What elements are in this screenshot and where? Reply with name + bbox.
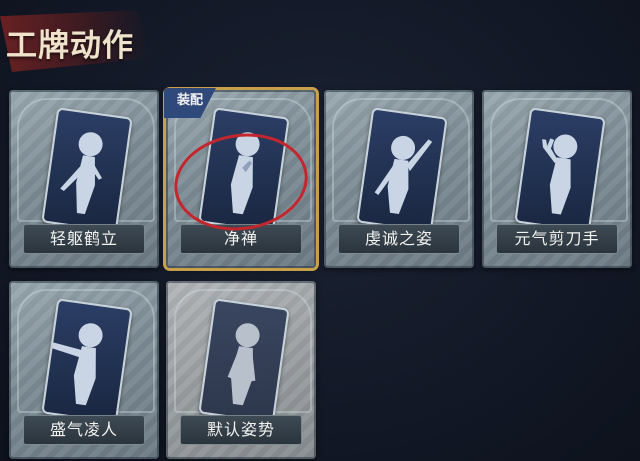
pose-silhouette-icon — [60, 132, 103, 215]
section-title: 工牌动作 — [6, 28, 134, 64]
pose-silhouette-icon — [542, 134, 578, 215]
pose-portrait — [198, 107, 290, 233]
pose-card-2[interactable]: 净禅 装配 — [164, 88, 316, 268]
pose-name: 净禅 — [180, 224, 302, 254]
pose-portrait — [514, 107, 606, 233]
pose-name: 元气剪刀手 — [496, 224, 618, 254]
pose-name: 盛气凌人 — [23, 415, 145, 445]
pose-name: 默认姿势 — [180, 415, 302, 445]
pose-silhouette-icon — [50, 323, 103, 406]
pose-silhouette-icon — [374, 135, 433, 214]
section-header: 工牌动作 — [0, 10, 150, 72]
pose-card-1[interactable]: 轻躯鹤立 — [9, 90, 159, 268]
pose-portrait — [41, 298, 133, 424]
pose-portrait — [41, 107, 133, 233]
pose-card-5[interactable]: 盛气凌人 — [9, 281, 159, 459]
pose-card-4[interactable]: 元气剪刀手 — [482, 90, 632, 268]
pose-portrait — [356, 107, 448, 233]
pose-card-3[interactable]: 虔诚之姿 — [324, 90, 474, 268]
pose-portrait — [198, 298, 290, 424]
pose-name: 轻躯鹤立 — [23, 224, 145, 254]
pose-silhouette-icon — [230, 132, 260, 215]
pose-card-6[interactable]: 默认姿势 — [166, 281, 316, 459]
pose-silhouette-icon — [227, 323, 260, 406]
pose-name: 虔诚之姿 — [338, 224, 460, 254]
